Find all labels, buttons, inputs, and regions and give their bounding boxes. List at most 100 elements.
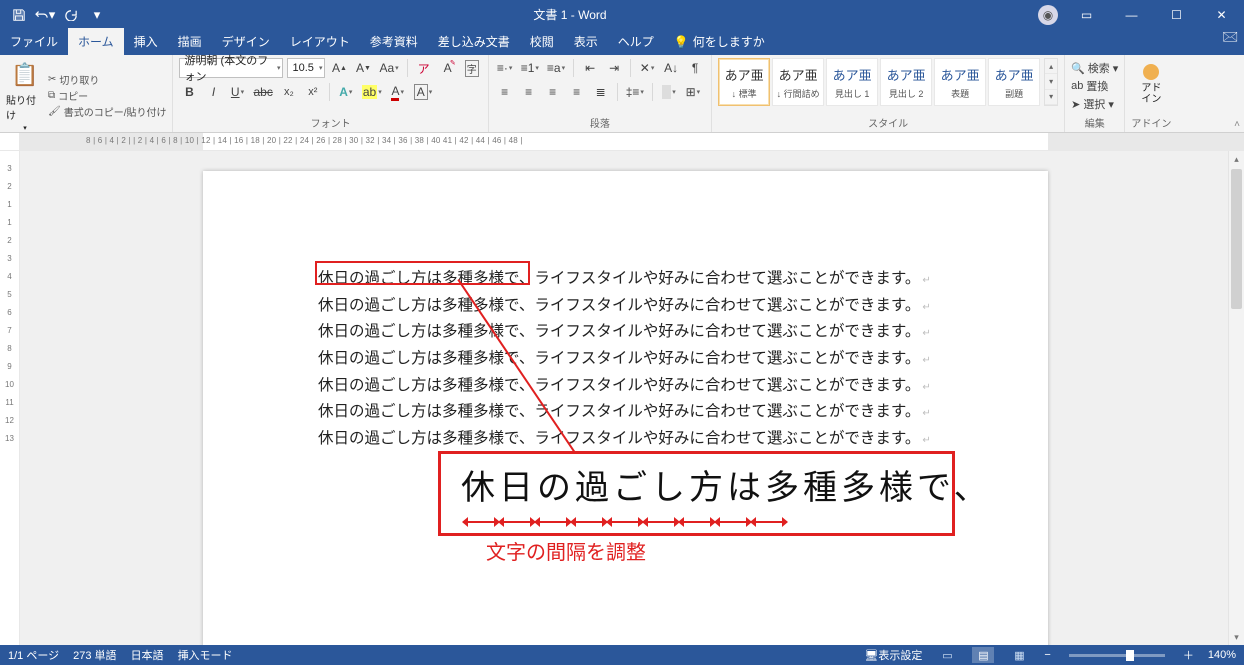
- text-line[interactable]: 休日の過ごし方は多種多様で、ライフスタイルや好みに合わせて選ぶことができます。↵: [318, 426, 931, 453]
- vertical-ruler[interactable]: 32112345678910111213: [0, 151, 20, 645]
- redo-icon[interactable]: [60, 4, 82, 26]
- tab-mailings[interactable]: 差し込み文書: [428, 28, 520, 55]
- find-button[interactable]: 🔍検索▾: [1071, 60, 1118, 76]
- horizontal-ruler[interactable]: 8 | 6 | 4 | 2 | | 2 | 4 | 6 | 8 | 10 | 1…: [20, 133, 1244, 150]
- group-addins: アド イン アドイン: [1125, 55, 1177, 132]
- align-center-button[interactable]: ≡: [519, 82, 539, 102]
- style-item[interactable]: あア亜↓ 標準: [718, 58, 770, 106]
- subscript-button[interactable]: x₂: [279, 82, 299, 102]
- scrollbar-thumb[interactable]: [1231, 169, 1242, 309]
- text-line[interactable]: 休日の過ごし方は多種多様で、ライフスタイルや好みに合わせて選ぶことができます。↵: [318, 346, 931, 373]
- text-line[interactable]: 休日の過ごし方は多種多様で、ライフスタイルや好みに合わせて選ぶことができます。↵: [318, 319, 931, 346]
- styles-gallery-more[interactable]: ▴▾▾: [1044, 58, 1058, 106]
- ribbon-display-options-icon[interactable]: ▭: [1064, 0, 1109, 29]
- copy-button[interactable]: ⧉コピー: [48, 88, 166, 103]
- style-item[interactable]: あア亜見出し 2: [880, 58, 932, 106]
- qat-customize-icon[interactable]: ▾: [86, 4, 108, 26]
- strikethrough-button[interactable]: abc: [251, 82, 274, 102]
- superscript-button[interactable]: x²: [303, 82, 323, 102]
- bold-button[interactable]: B: [179, 82, 199, 102]
- text-line[interactable]: 休日の過ごし方は多種多様で、ライフスタイルや好みに合わせて選ぶことができます。↵: [318, 399, 931, 426]
- status-page[interactable]: 1/1 ページ: [8, 647, 59, 663]
- enclosed-char-button[interactable]: 字: [462, 58, 482, 78]
- multilevel-button[interactable]: ≡a▾: [545, 58, 567, 78]
- zoom-out-button[interactable]: −: [1044, 649, 1050, 661]
- vertical-scrollbar[interactable]: ▴ ▾: [1228, 151, 1244, 645]
- document-canvas[interactable]: 休日の過ごし方は多種多様で、ライフスタイルや好みに合わせて選ぶことができます。↵…: [20, 151, 1244, 645]
- style-item[interactable]: あア亜↓ 行間詰め: [772, 58, 824, 106]
- replace-button[interactable]: ab置換: [1071, 78, 1118, 94]
- font-color-button[interactable]: A▾: [388, 82, 408, 102]
- shading-button[interactable]: ▾: [659, 82, 679, 102]
- borders-button[interactable]: ⊞▾: [683, 82, 703, 102]
- char-shading-button[interactable]: A▾: [412, 82, 435, 102]
- italic-button[interactable]: I: [203, 82, 223, 102]
- tab-help[interactable]: ヘルプ: [608, 28, 664, 55]
- text-line[interactable]: 休日の過ごし方は多種多様で、ライフスタイルや好みに合わせて選ぶことができます。↵: [318, 373, 931, 400]
- justify-button[interactable]: ≡: [567, 82, 587, 102]
- scroll-down-icon[interactable]: ▾: [1229, 629, 1244, 645]
- zoom-slider[interactable]: [1069, 654, 1165, 657]
- zoom-level[interactable]: 140%: [1208, 649, 1236, 661]
- numbering-button[interactable]: ≡1▾: [519, 58, 541, 78]
- tab-review[interactable]: 校閲: [520, 28, 564, 55]
- cut-button[interactable]: ✂切り取り: [48, 72, 166, 87]
- shrink-font-button[interactable]: A▼: [353, 58, 373, 78]
- distribute-button[interactable]: ≣: [591, 82, 611, 102]
- display-settings-button[interactable]: 🖥表示設定: [864, 647, 922, 663]
- view-read-mode-button[interactable]: ▭: [936, 647, 958, 663]
- align-right-button[interactable]: ≡: [543, 82, 563, 102]
- page[interactable]: 休日の過ごし方は多種多様で、ライフスタイルや好みに合わせて選ぶことができます。↵…: [203, 171, 1048, 645]
- save-icon[interactable]: [8, 4, 30, 26]
- sort-button[interactable]: A↓: [661, 58, 681, 78]
- scroll-up-icon[interactable]: ▴: [1229, 151, 1244, 167]
- status-insert-mode[interactable]: 挿入モード: [178, 647, 233, 663]
- status-language[interactable]: 日本語: [131, 647, 164, 663]
- tab-insert[interactable]: 挿入: [124, 28, 168, 55]
- status-wordcount[interactable]: 273 単語: [73, 647, 116, 663]
- tab-design[interactable]: デザイン: [212, 28, 280, 55]
- paste-button[interactable]: 📋 貼り付け ▾: [6, 58, 44, 132]
- tab-layout[interactable]: レイアウト: [280, 28, 360, 55]
- bullets-button[interactable]: ≡·▾: [495, 58, 515, 78]
- tab-view[interactable]: 表示: [564, 28, 608, 55]
- style-item[interactable]: あア亜副題: [988, 58, 1040, 106]
- view-print-layout-button[interactable]: ▤: [972, 647, 994, 663]
- tell-me-search[interactable]: 💡 何をしますか: [664, 28, 775, 55]
- style-item[interactable]: あア亜表題: [934, 58, 986, 106]
- tab-home[interactable]: ホーム: [68, 28, 124, 55]
- clear-format-button[interactable]: A✎: [438, 58, 458, 78]
- decrease-indent-button[interactable]: ⇤: [580, 58, 600, 78]
- minimize-button[interactable]: —: [1109, 0, 1154, 29]
- collapse-ribbon-icon[interactable]: ˄: [1234, 119, 1240, 130]
- document-content[interactable]: 休日の過ごし方は多種多様で、ライフスタイルや好みに合わせて選ぶことができます。↵…: [318, 266, 931, 453]
- show-marks-button[interactable]: ¶: [685, 58, 705, 78]
- share-button[interactable]: 🖂: [1214, 21, 1244, 55]
- view-web-layout-button[interactable]: ▦: [1008, 647, 1030, 663]
- zoom-slider-thumb[interactable]: [1126, 650, 1134, 661]
- addins-button[interactable]: アド イン: [1131, 58, 1171, 105]
- change-case-button[interactable]: Aa▾: [377, 58, 400, 78]
- font-size-combo[interactable]: 10.5▾: [287, 58, 325, 78]
- highlight-button[interactable]: ab▾: [360, 82, 384, 102]
- grow-font-button[interactable]: A▲: [329, 58, 349, 78]
- zoom-in-button[interactable]: ＋: [1183, 647, 1194, 663]
- tab-file[interactable]: ファイル: [0, 28, 68, 55]
- increase-indent-button[interactable]: ⇥: [604, 58, 624, 78]
- line-spacing-button[interactable]: ‡≡▾: [624, 82, 646, 102]
- text-direction-button[interactable]: ✕▾: [637, 58, 657, 78]
- select-button[interactable]: ➤選択▾: [1071, 96, 1118, 112]
- format-painter-button[interactable]: 🖌書式のコピー/貼り付け: [48, 104, 166, 119]
- tab-references[interactable]: 参考資料: [360, 28, 428, 55]
- align-left-button[interactable]: ≡: [495, 82, 515, 102]
- text-effects-button[interactable]: A▾: [336, 82, 356, 102]
- underline-button[interactable]: U▾: [227, 82, 247, 102]
- style-item[interactable]: あア亜見出し 1: [826, 58, 878, 106]
- undo-icon[interactable]: ▾: [34, 4, 56, 26]
- text-line[interactable]: 休日の過ごし方は多種多様で、ライフスタイルや好みに合わせて選ぶことができます。↵: [318, 293, 931, 320]
- account-icon[interactable]: ◉: [1032, 0, 1064, 29]
- tab-draw[interactable]: 描画: [168, 28, 212, 55]
- font-name-combo[interactable]: 游明朝 (本文のフォン▾: [179, 58, 283, 78]
- maximize-button[interactable]: ☐: [1154, 0, 1199, 29]
- phonetic-guide-button[interactable]: ア: [414, 58, 434, 78]
